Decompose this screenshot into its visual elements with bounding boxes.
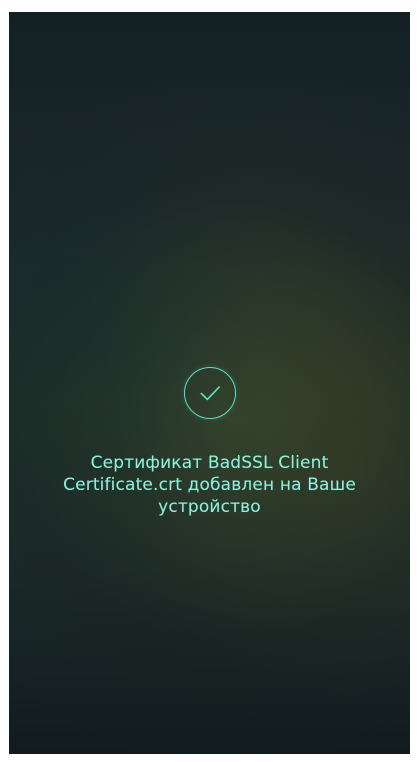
success-screen: Сертификат BadSSL Client Certificate.crt… [9, 12, 410, 754]
success-confirmation: Сертификат BadSSL Client Certificate.crt… [9, 367, 410, 518]
check-circle-icon [183, 367, 236, 419]
certificate-added-message: Сертификат BadSSL Client Certificate.crt… [63, 453, 356, 517]
